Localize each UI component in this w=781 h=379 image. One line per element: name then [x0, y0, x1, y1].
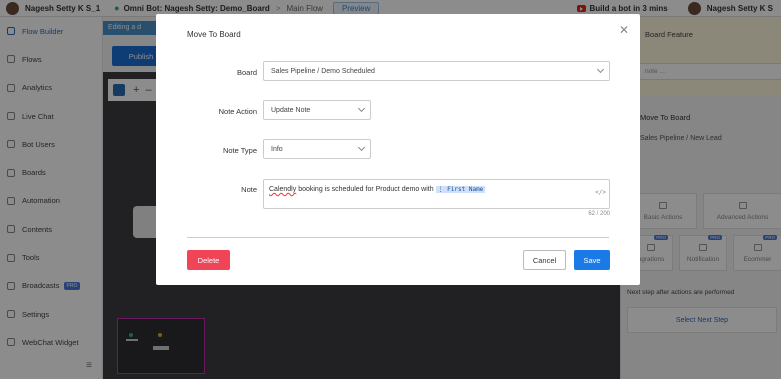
- note-misspelled-word: Calendly: [269, 186, 297, 193]
- note-action-value: Update Note: [271, 107, 311, 114]
- cancel-button[interactable]: Cancel: [523, 250, 566, 270]
- close-icon[interactable]: ✕: [619, 23, 629, 37]
- note-type-value: Info: [271, 146, 283, 153]
- first-name-variable-chip[interactable]: ⋮ First Name: [435, 186, 486, 193]
- chevron-down-icon: [357, 143, 366, 152]
- chevron-down-icon: [596, 65, 605, 74]
- modal-title: Move To Board: [187, 30, 241, 39]
- move-to-board-modal: Move To Board ✕ Board Sales Pipeline / D…: [156, 14, 640, 285]
- board-select-value: Sales Pipeline / Demo Scheduled: [271, 68, 375, 75]
- note-label: Note: [241, 185, 257, 194]
- delete-button[interactable]: Delete: [187, 250, 230, 270]
- board-select[interactable]: Sales Pipeline / Demo Scheduled: [263, 61, 610, 81]
- board-label: Board: [236, 68, 257, 77]
- note-textarea[interactable]: Calendly booking is scheduled for Produc…: [263, 179, 610, 209]
- code-icon[interactable]: </>: [595, 189, 606, 196]
- note-type-label: Note Type: [222, 146, 257, 155]
- note-text-rest: booking is scheduled for Product demo wi…: [296, 186, 436, 193]
- note-action-label: Note Action: [218, 107, 257, 116]
- note-text: Calendly booking is scheduled for Produc…: [269, 186, 436, 193]
- character-counter: 62 / 200: [588, 211, 610, 217]
- note-type-select[interactable]: Info: [263, 139, 371, 159]
- note-action-select[interactable]: Update Note: [263, 100, 371, 120]
- chevron-down-icon: [357, 104, 366, 113]
- save-button[interactable]: Save: [574, 250, 610, 270]
- modal-divider: [187, 237, 609, 238]
